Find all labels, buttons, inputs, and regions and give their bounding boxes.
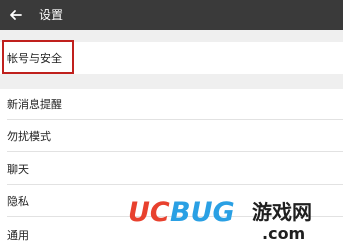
svg-text:.com: .com <box>262 224 305 243</box>
ucbug-watermark-logo: UC BUG 游戏网 .com <box>128 197 312 243</box>
settings-item-privacy[interactable]: 隐私 <box>7 195 29 209</box>
settings-item-new-message-alerts[interactable]: 新消息提醒 <box>7 98 62 112</box>
page-title: 设置 <box>39 8 64 22</box>
divider <box>7 151 343 152</box>
settings-item-chat[interactable]: 聊天 <box>7 163 29 177</box>
arrow-left-icon[interactable] <box>6 5 26 25</box>
divider <box>7 119 343 120</box>
top-app-bar: 设置 <box>0 0 343 30</box>
svg-text:UC: UC <box>128 197 170 228</box>
svg-text:BUG: BUG <box>170 197 235 228</box>
highlight-box <box>2 40 74 74</box>
settings-item-do-not-disturb[interactable]: 勿扰模式 <box>7 130 51 144</box>
settings-item-general[interactable]: 通用 <box>7 229 29 243</box>
svg-text:游戏网: 游戏网 <box>252 200 312 224</box>
divider <box>7 184 343 185</box>
